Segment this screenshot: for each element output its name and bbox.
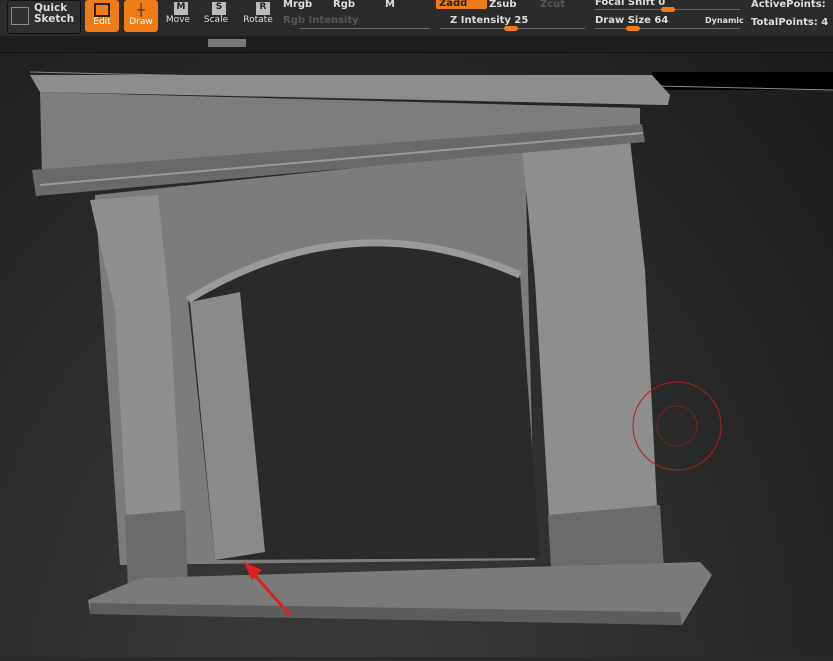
rgb-intensity-label: Rgb Intensity: [283, 15, 359, 26]
quick-sketch-button[interactable]: Quick Sketch: [7, 0, 81, 34]
scale-icon: S: [212, 2, 226, 15]
shelf-scrollbar[interactable]: [208, 39, 246, 47]
zadd-button[interactable]: Zadd: [436, 0, 487, 9]
edit-button[interactable]: Edit: [85, 0, 119, 32]
z-intensity-knob[interactable]: [504, 26, 518, 31]
right-pillar: [522, 140, 660, 568]
rgb-button[interactable]: Rgb: [333, 0, 355, 10]
total-points-label: TotalPoints: 4: [751, 17, 829, 28]
draw-size-knob[interactable]: [626, 26, 640, 31]
sketch-icon: [11, 7, 29, 25]
dynamic-button[interactable]: Dynamic: [705, 16, 744, 25]
top-toolbar: Quick Sketch Edit ┼ Draw M Move S Scale …: [0, 0, 833, 36]
fireplace-model: [29, 71, 833, 625]
viewport-canvas[interactable]: [0, 53, 833, 657]
z-intensity-label: Z Intensity 25: [450, 15, 529, 26]
left-pillar-base: [125, 510, 188, 588]
move-icon: M: [174, 2, 188, 15]
background-patch: [652, 72, 833, 90]
focal-shift-label: Focal Shift 0: [595, 0, 666, 8]
draw-icon: ┼: [137, 3, 145, 17]
shelf-bar: [0, 36, 833, 53]
draw-size-slider[interactable]: [595, 28, 740, 29]
rotate-icon: R: [256, 2, 270, 15]
focal-shift-knob[interactable]: [661, 7, 675, 12]
move-button[interactable]: M Move: [162, 2, 194, 25]
zcut-button[interactable]: Zcut: [540, 0, 565, 10]
draw-button[interactable]: ┼ Draw: [124, 0, 158, 32]
brush-cursor-inner: [656, 405, 698, 447]
m-button[interactable]: M: [385, 0, 395, 10]
mrgb-button[interactable]: Mrgb: [283, 0, 312, 10]
edit-icon: [94, 3, 110, 17]
rotate-button[interactable]: R Rotate: [240, 2, 276, 25]
zsub-button[interactable]: Zsub: [489, 0, 516, 10]
scale-button[interactable]: S Scale: [200, 2, 232, 25]
active-points-label: ActivePoints:: [751, 0, 826, 10]
draw-size-label: Draw Size 64: [595, 15, 669, 26]
rgb-intensity-slider[interactable]: [300, 28, 430, 29]
